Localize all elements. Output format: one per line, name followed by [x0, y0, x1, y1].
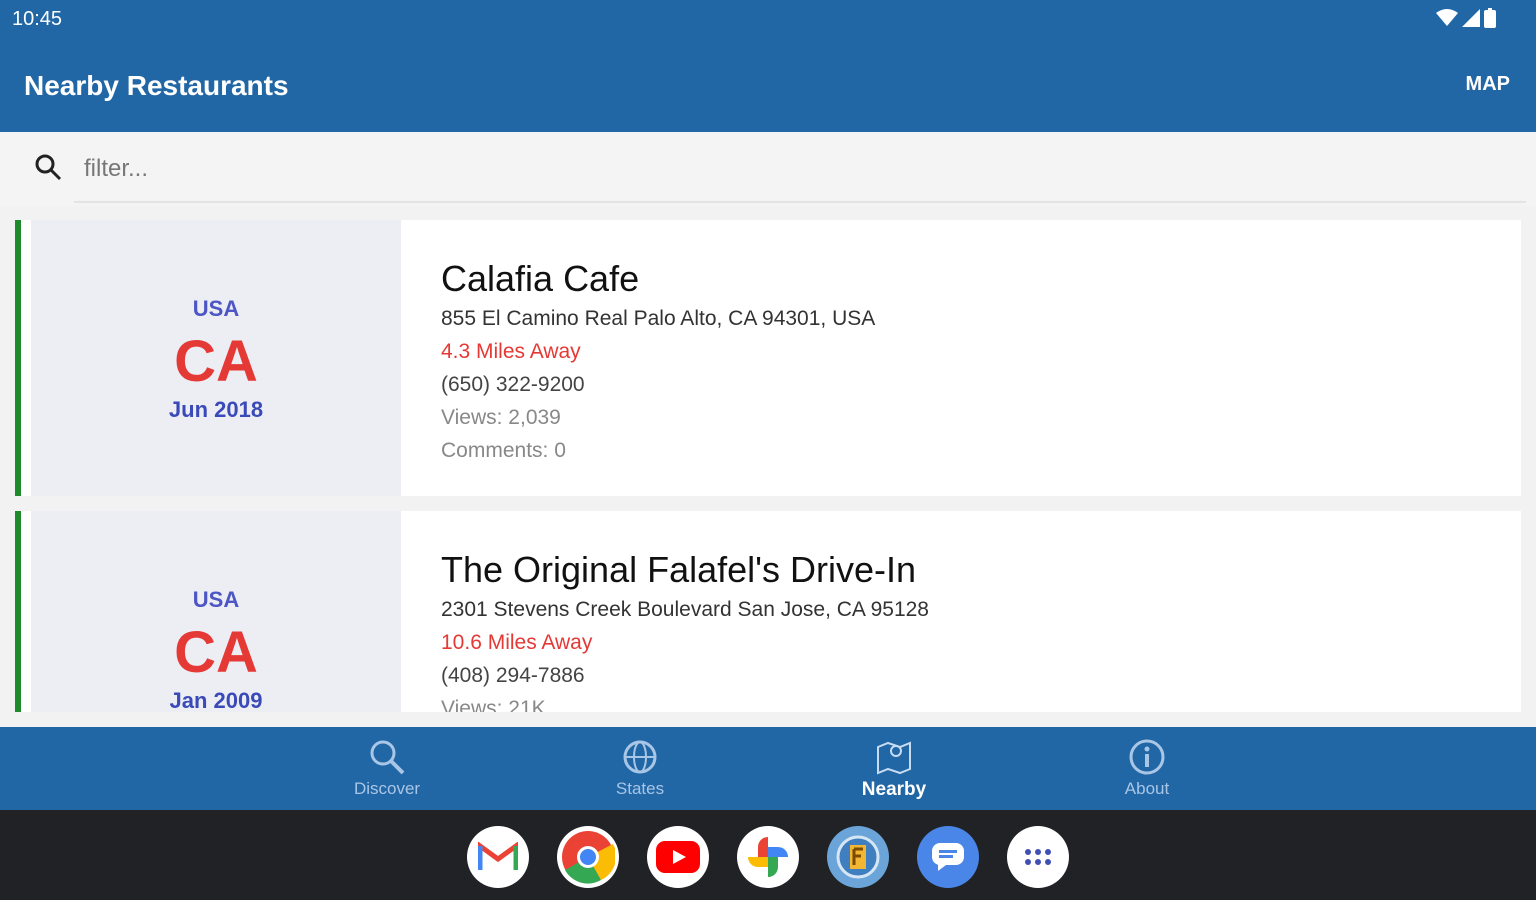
nav-item-discover[interactable]: Discover [317, 727, 457, 810]
date-label: Jan 2009 [169, 688, 263, 712]
state-label: CA [174, 620, 258, 685]
page-title: Nearby Restaurants [24, 70, 289, 101]
app-bar: 10:45 Nearby Restaurants MAP [0, 0, 1536, 132]
photos-icon[interactable] [737, 826, 799, 888]
restaurant-name: Calafia Cafe [441, 258, 640, 299]
restaurant-comments: Comments: 0 [441, 439, 566, 462]
nav-item-about[interactable]: About [1077, 727, 1217, 810]
globe-icon [623, 740, 657, 774]
status-icons [1436, 8, 1496, 28]
search-icon [35, 154, 62, 181]
nav-label: About [1124, 779, 1170, 798]
status-time: 10:45 [12, 8, 63, 30]
state-label: CA [174, 329, 258, 394]
restaurant-address: 855 El Camino Real Palo Alto, CA 94301, … [441, 307, 876, 330]
chrome-icon[interactable] [557, 826, 619, 888]
battery-icon [1484, 8, 1496, 28]
search-underline [74, 201, 1526, 203]
youtube-icon[interactable] [647, 826, 709, 888]
restaurant-name: The Original Falafel's Drive-In [441, 549, 917, 590]
restaurant-thumbnail: USA CA Jun 2018 [31, 220, 401, 496]
date-label: Jun 2018 [168, 397, 264, 422]
restaurant-phone[interactable]: (650) 322-9200 [441, 373, 585, 397]
nav-label: Discover [353, 779, 421, 798]
restaurant-distance: 4.3 Miles Away [441, 340, 581, 363]
nav-item-nearby[interactable]: Nearby [824, 727, 964, 810]
gmail-icon[interactable] [467, 826, 529, 888]
signal-icon [1462, 9, 1480, 27]
restaurant-address: 2301 Stevens Creek Boulevard San Jose, C… [441, 598, 929, 621]
restaurant-app-icon[interactable] [827, 826, 889, 888]
map-pin-icon [877, 741, 911, 775]
nav-label: States [615, 779, 665, 798]
nav-item-states[interactable]: States [570, 727, 710, 810]
restaurant-list: USA CA Jun 2018 Calafia Cafe 855 El Cami… [0, 206, 1536, 712]
messages-icon[interactable] [917, 826, 979, 888]
info-icon [1129, 739, 1165, 775]
restaurant-views: Views: 2,039 [441, 406, 561, 429]
restaurant-card[interactable]: USA CA Jun 2018 Calafia Cafe 855 El Cami… [15, 220, 1521, 496]
country-label: USA [192, 587, 240, 612]
country-label: USA [192, 296, 240, 321]
nav-label: Nearby [861, 779, 927, 800]
system-dock [0, 810, 1536, 900]
restaurant-card[interactable]: USA CA Jan 2009 The Original Falafel's D… [15, 511, 1521, 712]
search-icon [370, 740, 405, 775]
restaurant-phone[interactable]: (408) 294-7886 [441, 664, 585, 688]
wifi-icon [1436, 9, 1458, 26]
restaurant-thumbnail: USA CA Jan 2009 [31, 511, 401, 712]
map-button[interactable]: MAP [1466, 73, 1510, 96]
bottom-nav: Discover States Nearby About [0, 727, 1536, 810]
restaurant-distance: 10.6 Miles Away [441, 631, 593, 654]
restaurant-views: Views: 21K [441, 697, 546, 712]
app-drawer-icon[interactable] [1007, 826, 1069, 888]
search-input[interactable] [84, 152, 684, 186]
